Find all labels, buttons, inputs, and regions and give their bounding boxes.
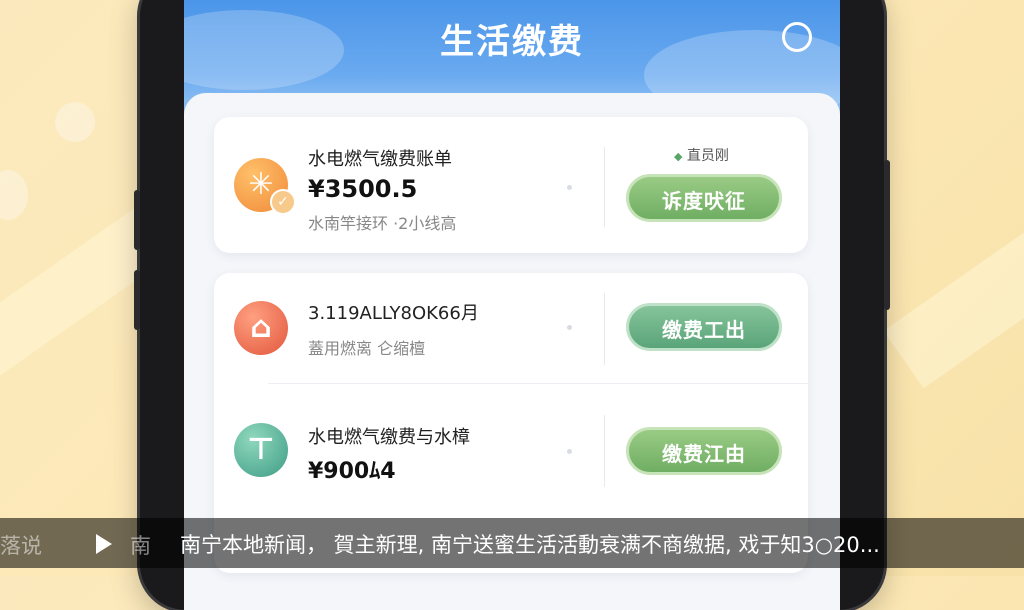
card-divider	[604, 147, 605, 227]
card-divider	[604, 293, 605, 365]
divider-dot	[567, 185, 572, 190]
card-divider	[604, 415, 605, 487]
bill-title: 3.119ALLY8OK66月	[308, 303, 479, 324]
status-dot-icon: ◆	[674, 150, 683, 163]
play-icon[interactable]	[96, 534, 112, 554]
pay-button[interactable]: 缴费江由	[626, 427, 782, 475]
page-title: 生活缴费	[440, 22, 584, 62]
bill-amount: ¥900ﾑ4	[308, 459, 396, 484]
background-bubble	[0, 170, 28, 220]
divider-dot	[567, 449, 572, 454]
bill-amount: ¥3500.5	[308, 175, 418, 203]
background-bubble	[55, 102, 95, 142]
subtitle-bar: 落说 南 南宁本地新闻， 賀主新理, 南宁送蜜生活活動衰满不商缴据, 戏于知3○…	[0, 518, 1024, 568]
divider-dot	[567, 325, 572, 330]
bill-title: 水电燃气缴费账单	[308, 149, 452, 170]
item-separator	[268, 383, 808, 384]
phone-side-button	[134, 270, 140, 330]
background-stripe	[883, 181, 1024, 389]
status-badge: ◆ 直员刚	[674, 145, 729, 165]
bill-title: 水电燃气缴费与水樟	[308, 427, 470, 448]
bill-card[interactable]: ✳ ✓ 水电燃气缴费账单 ¥3500.5 水南竿接环 ·2小线高 ◆ 直员刚 诉…	[214, 117, 808, 253]
caption-fragment: 南	[130, 534, 151, 558]
subtitle-text: 南宁本地新闻， 賀主新理, 南宁送蜜生活活動衰满不商缴据, 戏于知3○20...	[180, 533, 880, 557]
pay-button[interactable]: 缴费工出	[626, 303, 782, 351]
faucet-icon: ⊤	[234, 423, 288, 477]
check-icon: ✓	[270, 189, 296, 215]
phone-side-button	[884, 160, 890, 310]
status-badge-label: 直员刚	[686, 148, 729, 164]
pay-button[interactable]: 诉度吠征	[626, 174, 782, 222]
phone-side-button	[134, 190, 140, 250]
record-icon[interactable]	[782, 22, 812, 52]
bill-subtitle: 水南竿接环 ·2小线高	[308, 214, 457, 233]
bill-subtitle: 蓋用燃离 仑缩檀	[308, 339, 426, 358]
caption-fragment: 落说	[0, 534, 42, 558]
house-icon: ⌂	[234, 301, 288, 355]
